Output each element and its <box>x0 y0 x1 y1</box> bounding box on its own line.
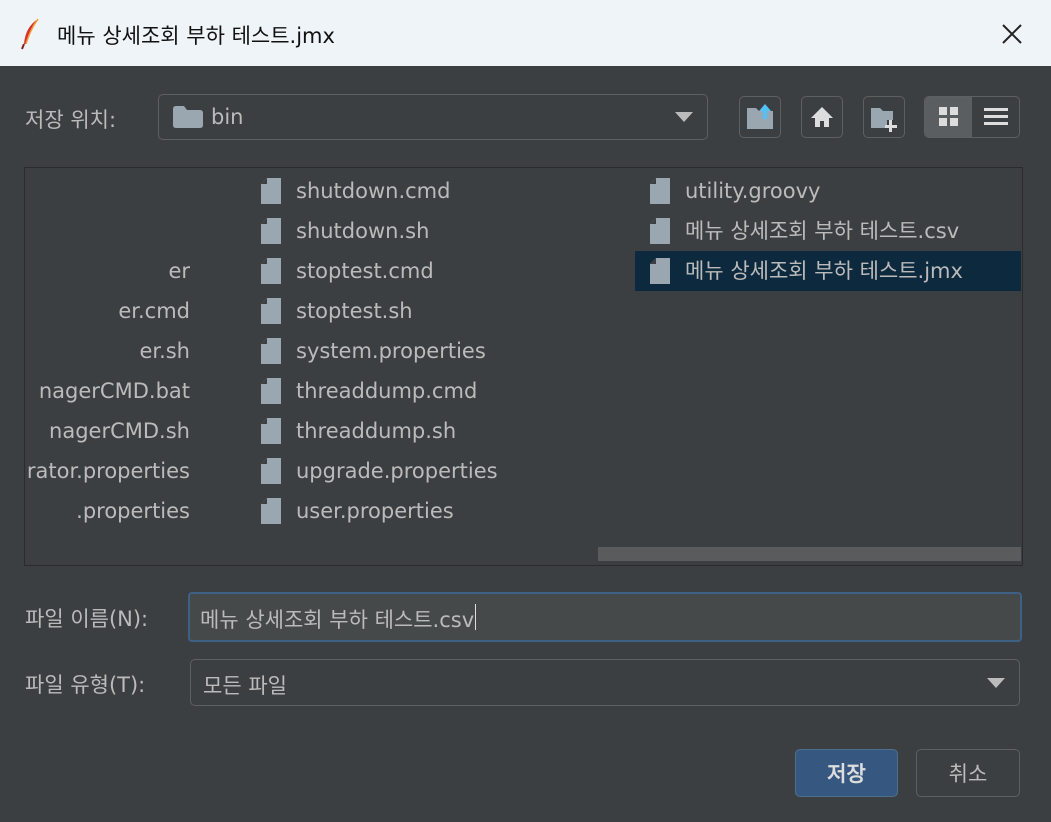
file-list-item[interactable]: threaddump.cmd <box>261 371 621 411</box>
file-list-item[interactable]: 메뉴 상세조회 부하 테스트.csv <box>635 211 1021 251</box>
file-list-item[interactable]: stoptest.sh <box>261 291 621 331</box>
file-list-item[interactable]: 메뉴 상세조회 부하 테스트.jmx <box>635 251 1021 291</box>
file-name: stoptest.sh <box>296 299 413 323</box>
title-bar: 메뉴 상세조회 부하 테스트.jmx <box>0 0 1051 66</box>
file-list-item[interactable]: nagerCMD.bat <box>25 371 225 411</box>
file-icon <box>650 218 670 244</box>
file-name: threaddump.sh <box>296 419 457 443</box>
details-view-button[interactable] <box>972 97 1019 137</box>
file-name: nagerCMD.sh <box>49 419 190 443</box>
chevron-down-icon <box>675 112 693 122</box>
file-icon <box>650 178 670 204</box>
file-name: 메뉴 상세조회 부하 테스트.jmx <box>685 259 963 283</box>
file-name: er.sh <box>139 339 190 363</box>
file-name: upgrade.properties <box>296 459 498 483</box>
location-value: bin <box>211 105 244 129</box>
up-folder-button[interactable] <box>739 96 781 138</box>
file-icon <box>261 498 281 524</box>
file-name: utility.groovy <box>685 179 821 203</box>
file-name: 메뉴 상세조회 부하 테스트.csv <box>685 219 960 243</box>
file-list-item[interactable]: er.sh <box>25 331 225 371</box>
file-icon <box>261 178 281 204</box>
file-list-item[interactable]: user.properties <box>261 491 621 531</box>
file-icon <box>261 458 281 484</box>
window-title: 메뉴 상세조회 부하 테스트.jmx <box>57 24 335 48</box>
file-name: rator.properties <box>26 459 190 483</box>
file-icon <box>261 338 281 364</box>
new-folder-button[interactable] <box>863 96 905 138</box>
file-name: nagerCMD.bat <box>38 379 190 403</box>
filetype-label: 파일 유형(T): <box>25 673 146 697</box>
filename-value: 메뉴 상세조회 부하 테스트.csv <box>200 608 475 632</box>
file-list-item[interactable]: .properties <box>25 491 225 531</box>
file-list-item[interactable]: upgrade.properties <box>261 451 621 491</box>
home-icon <box>811 107 833 127</box>
file-list-item[interactable]: system.properties <box>261 331 621 371</box>
file-name: shutdown.sh <box>296 219 430 243</box>
file-list-item[interactable]: shutdown.sh <box>261 211 621 251</box>
file-list-item[interactable]: er.cmd <box>25 291 225 331</box>
file-icon <box>261 298 281 324</box>
file-icon <box>261 378 281 404</box>
file-name: stoptest.cmd <box>296 259 434 283</box>
filetype-value: 모든 파일 <box>203 674 287 698</box>
file-name: .properties <box>76 499 190 523</box>
list-view-icon <box>938 107 958 126</box>
chevron-down-icon <box>987 677 1005 688</box>
file-list-item[interactable]: stoptest.cmd <box>261 251 621 291</box>
new-folder-icon <box>871 108 897 132</box>
file-list-item[interactable]: er <box>25 251 225 291</box>
file-name: shutdown.cmd <box>296 179 451 203</box>
close-button[interactable] <box>990 14 1034 54</box>
folder-up-icon <box>747 104 773 129</box>
file-name: er <box>168 259 190 283</box>
save-button[interactable]: 저장 <box>795 749 898 797</box>
file-name: threaddump.cmd <box>296 379 478 403</box>
close-icon <box>1002 24 1022 44</box>
file-list-item[interactable]: threaddump.sh <box>261 411 621 451</box>
details-view-icon <box>983 108 1008 125</box>
app-feather-icon <box>21 18 39 50</box>
file-list-item[interactable]: rator.properties <box>25 451 225 491</box>
location-combo[interactable]: bin <box>158 94 708 140</box>
horizontal-scrollbar-thumb[interactable] <box>598 547 1021 561</box>
file-icon <box>261 258 281 284</box>
filetype-combo[interactable]: 모든 파일 <box>190 659 1020 706</box>
filename-label: 파일 이름(N): <box>25 607 149 631</box>
filename-input[interactable]: 메뉴 상세조회 부하 테스트.csv <box>188 592 1022 642</box>
file-list[interactable]: er er.cmd er.sh nagerCMD.bat nagerCMD.sh rato… <box>24 167 1023 566</box>
file-icon <box>261 218 281 244</box>
home-button[interactable] <box>801 96 843 138</box>
folder-icon <box>173 106 203 128</box>
view-mode-group <box>924 96 1020 138</box>
text-caret <box>475 604 476 630</box>
cancel-button[interactable]: 취소 <box>916 749 1020 797</box>
location-label: 저장 위치: <box>25 108 117 132</box>
file-name: er.cmd <box>118 299 190 323</box>
file-list-item[interactable]: shutdown.cmd <box>261 171 621 211</box>
list-view-button[interactable] <box>925 97 972 137</box>
file-icon <box>650 258 670 284</box>
file-list-item[interactable]: utility.groovy <box>635 171 1021 211</box>
file-name: user.properties <box>296 499 454 523</box>
file-icon <box>261 418 281 444</box>
file-list-item[interactable]: nagerCMD.sh <box>25 411 225 451</box>
file-name: system.properties <box>296 339 486 363</box>
